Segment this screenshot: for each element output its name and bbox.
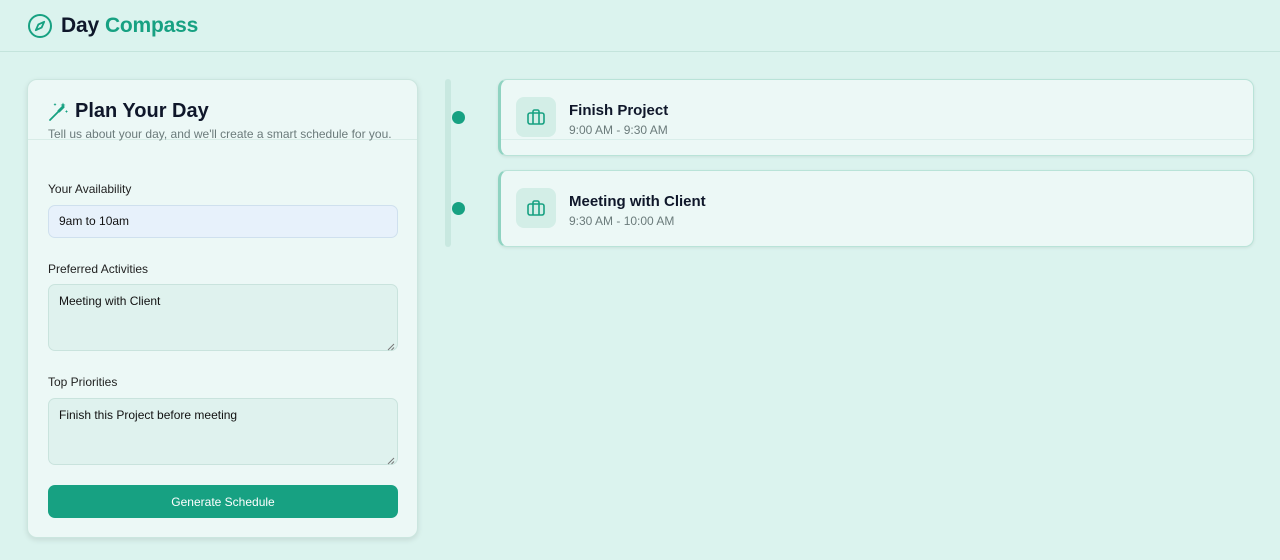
availability-input[interactable]: 9am to 10am — [48, 205, 398, 238]
priorities-value: Finish this Project before meeting — [59, 408, 238, 422]
card-subtitle: Tell us about your day, and we'll create… — [48, 127, 392, 141]
availability-label: Your Availability — [48, 182, 132, 196]
app-header: Day Compass — [0, 0, 1280, 52]
schedule-item-title: Finish Project — [569, 102, 669, 119]
card-header: Plan Your Day — [47, 100, 209, 123]
app-brand[interactable]: Day Compass — [61, 14, 198, 38]
priorities-label: Top Priorities — [48, 375, 118, 389]
timeline-dot — [452, 202, 465, 215]
timeline-rail — [445, 79, 451, 247]
event-divider — [501, 139, 1253, 140]
plan-card: Plan Your Day Tell us about your day, an… — [27, 79, 418, 538]
schedule-item[interactable]: Meeting with Client 9:30 AM - 10:00 AM — [498, 170, 1254, 247]
briefcase-icon — [516, 97, 556, 137]
generate-schedule-button[interactable]: Generate Schedule — [48, 485, 398, 518]
schedule-item-time: 9:00 AM - 9:30 AM — [569, 123, 668, 137]
brand-part2: Compass — [104, 13, 199, 37]
activities-value: Meeting with Client — [59, 294, 161, 308]
compass-icon — [27, 13, 53, 39]
schedule-item-time: 9:30 AM - 10:00 AM — [569, 214, 675, 228]
resize-handle-icon[interactable] — [387, 340, 395, 351]
timeline-dot — [452, 111, 465, 124]
card-title: Plan Your Day — [75, 100, 209, 122]
schedule-item[interactable]: Finish Project 9:00 AM - 9:30 AM — [498, 79, 1254, 156]
schedule-item-title: Meeting with Client — [569, 193, 706, 210]
priorities-textarea[interactable]: Finish this Project before meeting — [48, 398, 398, 465]
magic-wand-icon — [47, 101, 69, 123]
briefcase-icon — [516, 188, 556, 228]
activities-textarea[interactable]: Meeting with Client — [48, 284, 398, 351]
activities-label: Preferred Activities — [48, 262, 149, 276]
brand-part1: Day — [61, 13, 99, 37]
resize-handle-icon[interactable] — [387, 454, 395, 465]
